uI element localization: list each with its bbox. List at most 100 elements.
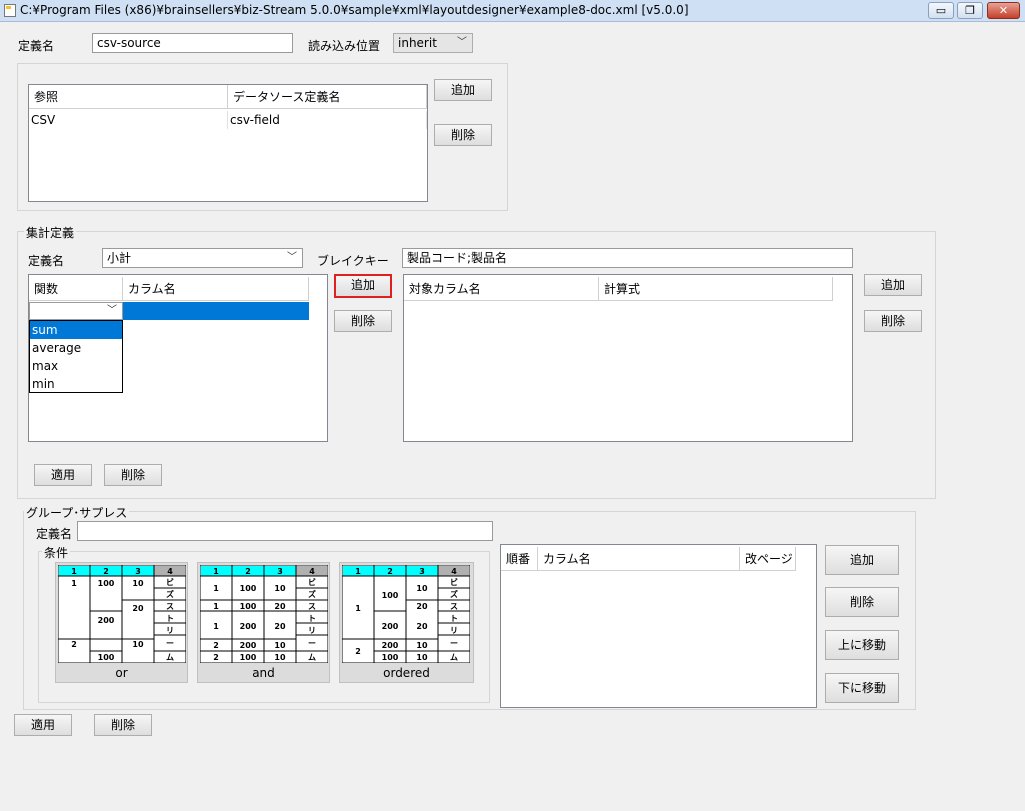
ord-d6: ム <box>450 653 458 662</box>
ord-h1: 1 <box>355 567 361 576</box>
ord-h3: 3 <box>419 567 425 576</box>
and-d5: ー <box>308 639 316 648</box>
function-option-max[interactable]: max <box>30 357 122 375</box>
reference-cell-ref[interactable]: CSV <box>29 111 228 129</box>
and-r1c1: 100 <box>240 602 257 611</box>
calc-table[interactable]: 対象カラム名 計算式 <box>403 274 853 442</box>
read-position-select[interactable]: inherit ﹀ <box>393 33 473 53</box>
title-bar: C:¥Program Files (x86)¥brainsellers¥biz-… <box>0 0 1025 22</box>
and-r4c0: 2 <box>213 653 219 662</box>
function-cell-select[interactable]: ﹀ <box>29 302 123 320</box>
suppress-name-input[interactable] <box>77 521 493 541</box>
aggregate-apply-button[interactable]: 適用 <box>34 464 92 486</box>
and-r2c0: 1 <box>213 622 219 631</box>
aggregate-delete-button[interactable]: 削除 <box>104 464 162 486</box>
or-c3-1: 20 <box>132 604 144 613</box>
or-d4: リ <box>166 626 174 635</box>
order-header[interactable]: 順番 <box>501 547 538 571</box>
reference-cell-source[interactable]: csv-field <box>228 111 427 129</box>
and-r1c0: 1 <box>213 602 219 611</box>
or-h2: 2 <box>103 567 109 576</box>
ord-c3-3: 10 <box>416 641 428 650</box>
apply-button[interactable]: 適用 <box>14 714 72 736</box>
and-h4: 4 <box>309 567 315 576</box>
close-button[interactable]: ✕ <box>987 2 1020 19</box>
condition-ordered-diagram: 1 2 3 4 1 2 100 200 200 100 10 20 20 10 … <box>342 565 470 663</box>
target-column-header[interactable]: 対象カラム名 <box>404 277 599 301</box>
and-r0c0: 1 <box>213 584 219 593</box>
calc-delete-button[interactable]: 削除 <box>864 310 922 332</box>
calc-add-button[interactable]: 追加 <box>864 274 922 296</box>
column-name-header[interactable]: カラム名 <box>123 277 309 301</box>
reference-add-button[interactable]: 追加 <box>434 79 492 101</box>
ord-d0: ビ <box>450 577 458 587</box>
reference-delete-button[interactable]: 削除 <box>434 124 492 146</box>
column-name-cell-selected[interactable] <box>123 302 309 320</box>
condition-ordered-option[interactable]: 1 2 3 4 1 2 100 200 200 100 10 20 20 10 … <box>339 562 474 683</box>
function-option-min[interactable]: min <box>30 375 122 393</box>
and-r4c2: 10 <box>274 653 286 662</box>
function-dropdown-list[interactable]: sum average max min <box>29 320 123 393</box>
minimize-icon: ▭ <box>935 4 947 17</box>
or-c2-0: 100 <box>98 579 115 588</box>
or-c1-1: 2 <box>71 640 77 649</box>
and-r2c2: 20 <box>274 622 286 631</box>
column-header[interactable]: カラム名 <box>538 547 740 571</box>
reference-header-ref[interactable]: 参照 <box>29 85 228 109</box>
minimize-button[interactable]: ▭ <box>928 2 954 19</box>
reference-table[interactable]: 参照 データソース定義名 CSV csv-field <box>28 84 428 202</box>
move-up-button[interactable]: 上に移動 <box>825 630 899 660</box>
condition-ordered-label: ordered <box>383 666 430 680</box>
condition-group-title: 条件 <box>42 544 71 561</box>
suppress-name-label: 定義名 <box>36 527 73 541</box>
definition-name-input[interactable]: csv-source <box>92 33 293 53</box>
function-header[interactable]: 関数 <box>29 277 123 301</box>
chevron-down-icon: ﹀ <box>287 252 297 263</box>
page-break-header[interactable]: 改ページ <box>740 547 796 571</box>
and-r2c1: 200 <box>240 622 257 631</box>
move-down-button[interactable]: 下に移動 <box>825 673 899 703</box>
ord-c3-1: 20 <box>416 602 428 611</box>
ord-h4: 4 <box>451 567 457 576</box>
ord-c3-2: 20 <box>416 622 428 631</box>
or-h4: 4 <box>167 567 173 576</box>
condition-and-diagram: 1 2 3 4 1 100 10 1 100 20 1 200 20 2 200… <box>200 565 328 663</box>
restore-button[interactable]: ❐ <box>957 2 983 19</box>
delete-button[interactable]: 削除 <box>94 714 152 736</box>
or-c3-0: 10 <box>132 579 144 588</box>
and-d6: ム <box>308 653 316 662</box>
suppress-group-title: グループ･サプレス <box>24 504 130 521</box>
suppress-add-button[interactable]: 追加 <box>825 545 899 575</box>
definition-name-label: 定義名 <box>18 39 55 53</box>
function-delete-button[interactable]: 削除 <box>334 310 392 332</box>
break-key-input[interactable]: 製品コード;製品名 <box>402 248 853 268</box>
ord-h2: 2 <box>387 567 393 576</box>
or-d0: ビ <box>166 577 174 587</box>
and-r4c1: 100 <box>240 653 257 662</box>
read-position-value: inherit <box>398 36 437 50</box>
or-c1-0: 1 <box>71 579 77 588</box>
and-h1: 1 <box>213 567 219 576</box>
or-d6: ム <box>166 653 174 662</box>
formula-header[interactable]: 計算式 <box>599 277 833 301</box>
and-r3c0: 2 <box>213 641 219 650</box>
function-option-average[interactable]: average <box>30 339 122 357</box>
aggregate-name-select[interactable]: 小計 ﹀ <box>102 248 303 268</box>
ord-d2: ス <box>450 602 458 611</box>
and-r1c2: 20 <box>274 602 286 611</box>
suppress-delete-button[interactable]: 削除 <box>825 587 899 617</box>
or-c3-2: 10 <box>132 640 144 649</box>
ord-c2-1: 200 <box>382 622 399 631</box>
condition-or-option[interactable]: 1 2 3 4 1 2 100 200 100 10 20 10 ビ ズ ス ト… <box>55 562 188 683</box>
function-option-sum[interactable]: sum <box>30 321 122 339</box>
function-add-button[interactable]: 追加 <box>334 274 392 298</box>
ord-c2-3: 100 <box>382 653 399 662</box>
app-icon <box>4 4 16 17</box>
condition-and-option[interactable]: 1 2 3 4 1 100 10 1 100 20 1 200 20 2 200… <box>197 562 330 683</box>
or-d5: ー <box>166 639 174 648</box>
reference-header-source[interactable]: データソース定義名 <box>228 85 427 109</box>
and-r3c2: 10 <box>274 641 286 650</box>
and-h3: 3 <box>277 567 283 576</box>
ord-d3: ト <box>450 614 458 623</box>
order-table[interactable]: 順番 カラム名 改ページ <box>500 544 817 708</box>
